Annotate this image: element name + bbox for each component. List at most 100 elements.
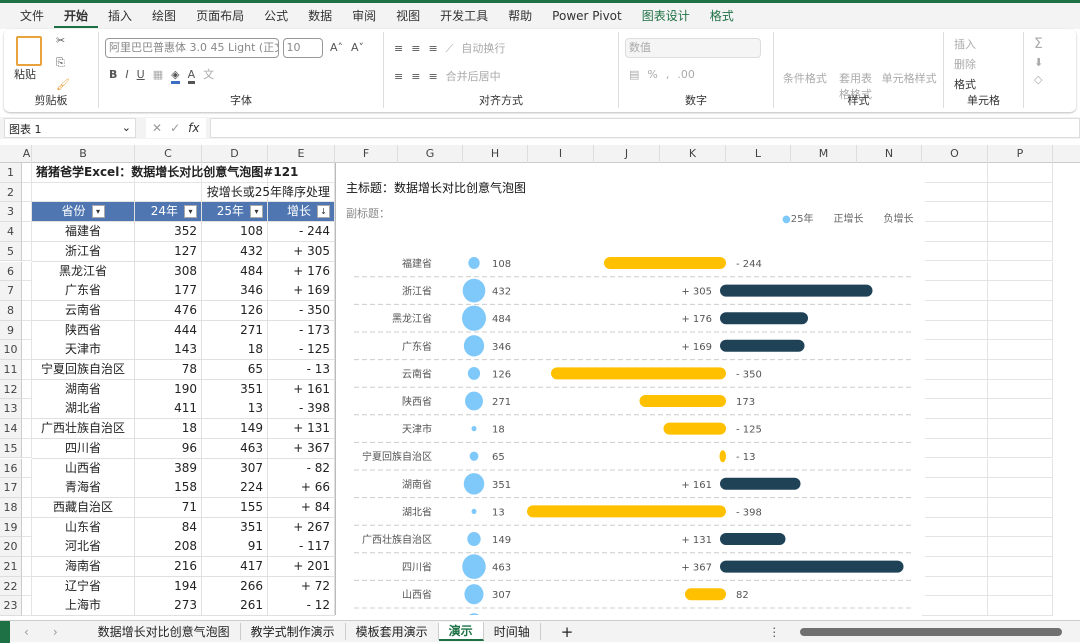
growth-cell[interactable]: - 13 <box>268 360 335 380</box>
province-cell[interactable]: 河北省 <box>32 537 135 558</box>
orientation-icon[interactable]: ⟋ <box>446 42 454 56</box>
grid-cell[interactable] <box>22 182 32 203</box>
value-25-cell[interactable]: 126 <box>202 300 268 321</box>
merge-center-button[interactable]: 合并后居中 <box>446 68 501 84</box>
negative-growth-bar[interactable] <box>639 395 727 407</box>
positive-growth-bar[interactable] <box>720 339 805 352</box>
next-sheet-icon[interactable]: › <box>43 625 88 639</box>
name-box[interactable]: 图表 1 ⌄ <box>4 118 136 138</box>
sheet-tab[interactable]: 教学式制作演示 <box>241 623 346 640</box>
province-cell[interactable]: 上海市 <box>32 596 135 617</box>
positive-growth-bar[interactable] <box>720 560 904 573</box>
growth-cell[interactable]: - 173 <box>268 320 335 341</box>
grid-cell[interactable] <box>22 202 32 223</box>
bubble-25[interactable] <box>462 278 486 303</box>
value-25-cell[interactable]: 432 <box>202 241 268 262</box>
value-24-cell[interactable]: 177 <box>135 281 202 302</box>
positive-growth-bar[interactable] <box>720 533 786 545</box>
growth-cell[interactable]: - 244 <box>268 222 335 243</box>
grid-cell[interactable] <box>22 241 32 262</box>
align-top-icon[interactable]: ≡ <box>394 42 403 55</box>
value-25-cell[interactable]: 91 <box>202 537 268 558</box>
grid-cell[interactable] <box>22 557 32 577</box>
increase-font-icon[interactable]: A˄ <box>330 41 343 54</box>
bubble-25[interactable] <box>469 451 479 461</box>
value-24-cell[interactable]: 444 <box>135 320 202 341</box>
growth-cell[interactable]: - 12 <box>268 596 335 617</box>
column-header[interactable]: D <box>202 145 268 163</box>
grid-cell[interactable] <box>988 557 1053 577</box>
ribbon-tab[interactable]: 开发工具 <box>430 4 498 28</box>
sheet-tab[interactable]: 时间轴 <box>484 623 541 640</box>
grid-cell[interactable] <box>22 340 32 360</box>
value-24-cell[interactable]: 71 <box>135 497 202 518</box>
grid-cell[interactable] <box>988 222 1053 242</box>
growth-cell[interactable]: + 176 <box>268 261 335 282</box>
chevron-down-icon[interactable]: ⌄ <box>122 121 131 134</box>
positive-growth-bar[interactable] <box>720 477 801 490</box>
column-header[interactable]: L <box>726 145 791 163</box>
province-cell[interactable]: 陕西省 <box>32 320 135 341</box>
province-cell[interactable]: 浙江省 <box>32 241 135 262</box>
grid-cell[interactable] <box>922 537 988 557</box>
grid-cell[interactable] <box>22 281 32 301</box>
function-icon[interactable]: fx <box>188 121 199 135</box>
bubble-25[interactable] <box>471 508 477 515</box>
ribbon-tab[interactable]: 公式 <box>254 4 298 28</box>
grid-cell[interactable] <box>988 182 1053 203</box>
value-24-cell[interactable]: 18 <box>135 419 202 440</box>
value-25-cell[interactable]: 463 <box>202 438 268 459</box>
sheet-tab[interactable]: 模板套用演示 <box>346 623 439 640</box>
row-header[interactable]: 12 <box>0 379 22 400</box>
filter-dropdown-icon[interactable]: ▾ <box>184 205 197 219</box>
value-24-cell[interactable]: 273 <box>135 596 202 617</box>
ribbon-tab[interactable]: 审阅 <box>342 4 386 28</box>
province-cell[interactable]: 四川省 <box>32 438 135 459</box>
grid-cell[interactable] <box>22 478 32 498</box>
value-25-cell[interactable]: 155 <box>202 497 268 518</box>
bubble-25[interactable] <box>465 391 483 411</box>
negative-growth-bar[interactable] <box>604 257 726 269</box>
comma-button[interactable]: , <box>666 68 670 81</box>
value-24-cell[interactable]: 143 <box>135 340 202 361</box>
value-24-cell[interactable]: 194 <box>135 576 202 597</box>
sort-desc-filter-icon[interactable]: ↓ <box>317 205 330 219</box>
cut-icon[interactable]: ✂ <box>56 34 65 47</box>
column-header[interactable]: E <box>268 145 335 163</box>
value-25-cell[interactable]: 13 <box>202 399 268 420</box>
value-24-cell[interactable]: 308 <box>135 261 202 282</box>
decimal-icon[interactable]: .00 <box>677 68 695 81</box>
grid-cell[interactable] <box>988 478 1053 498</box>
grid-cell[interactable] <box>922 182 988 203</box>
province-cell[interactable]: 湖北省 <box>32 399 135 420</box>
align-middle-icon[interactable]: ≡ <box>411 42 420 55</box>
grid-cell[interactable] <box>922 438 988 459</box>
filter-dropdown-icon[interactable]: ▾ <box>91 205 105 219</box>
table-header-cell[interactable]: 增长 ↓ <box>268 202 335 223</box>
growth-cell[interactable]: + 84 <box>268 497 335 518</box>
grid-cell[interactable] <box>922 576 988 597</box>
row-header[interactable]: 7 <box>0 281 22 301</box>
horizontal-scrollbar[interactable] <box>800 627 1063 636</box>
row-header[interactable]: 9 <box>0 320 22 341</box>
grid-cell[interactable] <box>22 576 32 597</box>
grid-cell[interactable] <box>22 537 32 557</box>
format-cells-button[interactable]: 格式 <box>954 76 976 92</box>
ribbon-tab[interactable]: 插入 <box>98 4 142 28</box>
column-header[interactable]: N <box>857 145 922 163</box>
currency-icon[interactable]: ▤ <box>629 68 639 81</box>
grid-cell[interactable] <box>922 281 988 301</box>
grid-cell[interactable] <box>922 340 988 360</box>
delete-cells-button[interactable]: 删除 <box>954 56 976 72</box>
bubble-25[interactable] <box>464 584 484 605</box>
province-cell[interactable]: 福建省 <box>32 222 135 243</box>
grid-cell[interactable] <box>22 517 32 538</box>
wrap-text-button[interactable]: 自动换行 <box>461 40 505 56</box>
grid-cell[interactable] <box>988 537 1053 557</box>
growth-cell[interactable]: - 350 <box>268 300 335 321</box>
table-header-cell[interactable]: 24年 ▾ <box>135 202 202 223</box>
grid-cell[interactable] <box>988 497 1053 518</box>
grid-cell[interactable] <box>988 517 1053 538</box>
table-header-cell[interactable]: 省份 ▾ <box>32 202 135 223</box>
growth-cell[interactable]: - 117 <box>268 537 335 558</box>
